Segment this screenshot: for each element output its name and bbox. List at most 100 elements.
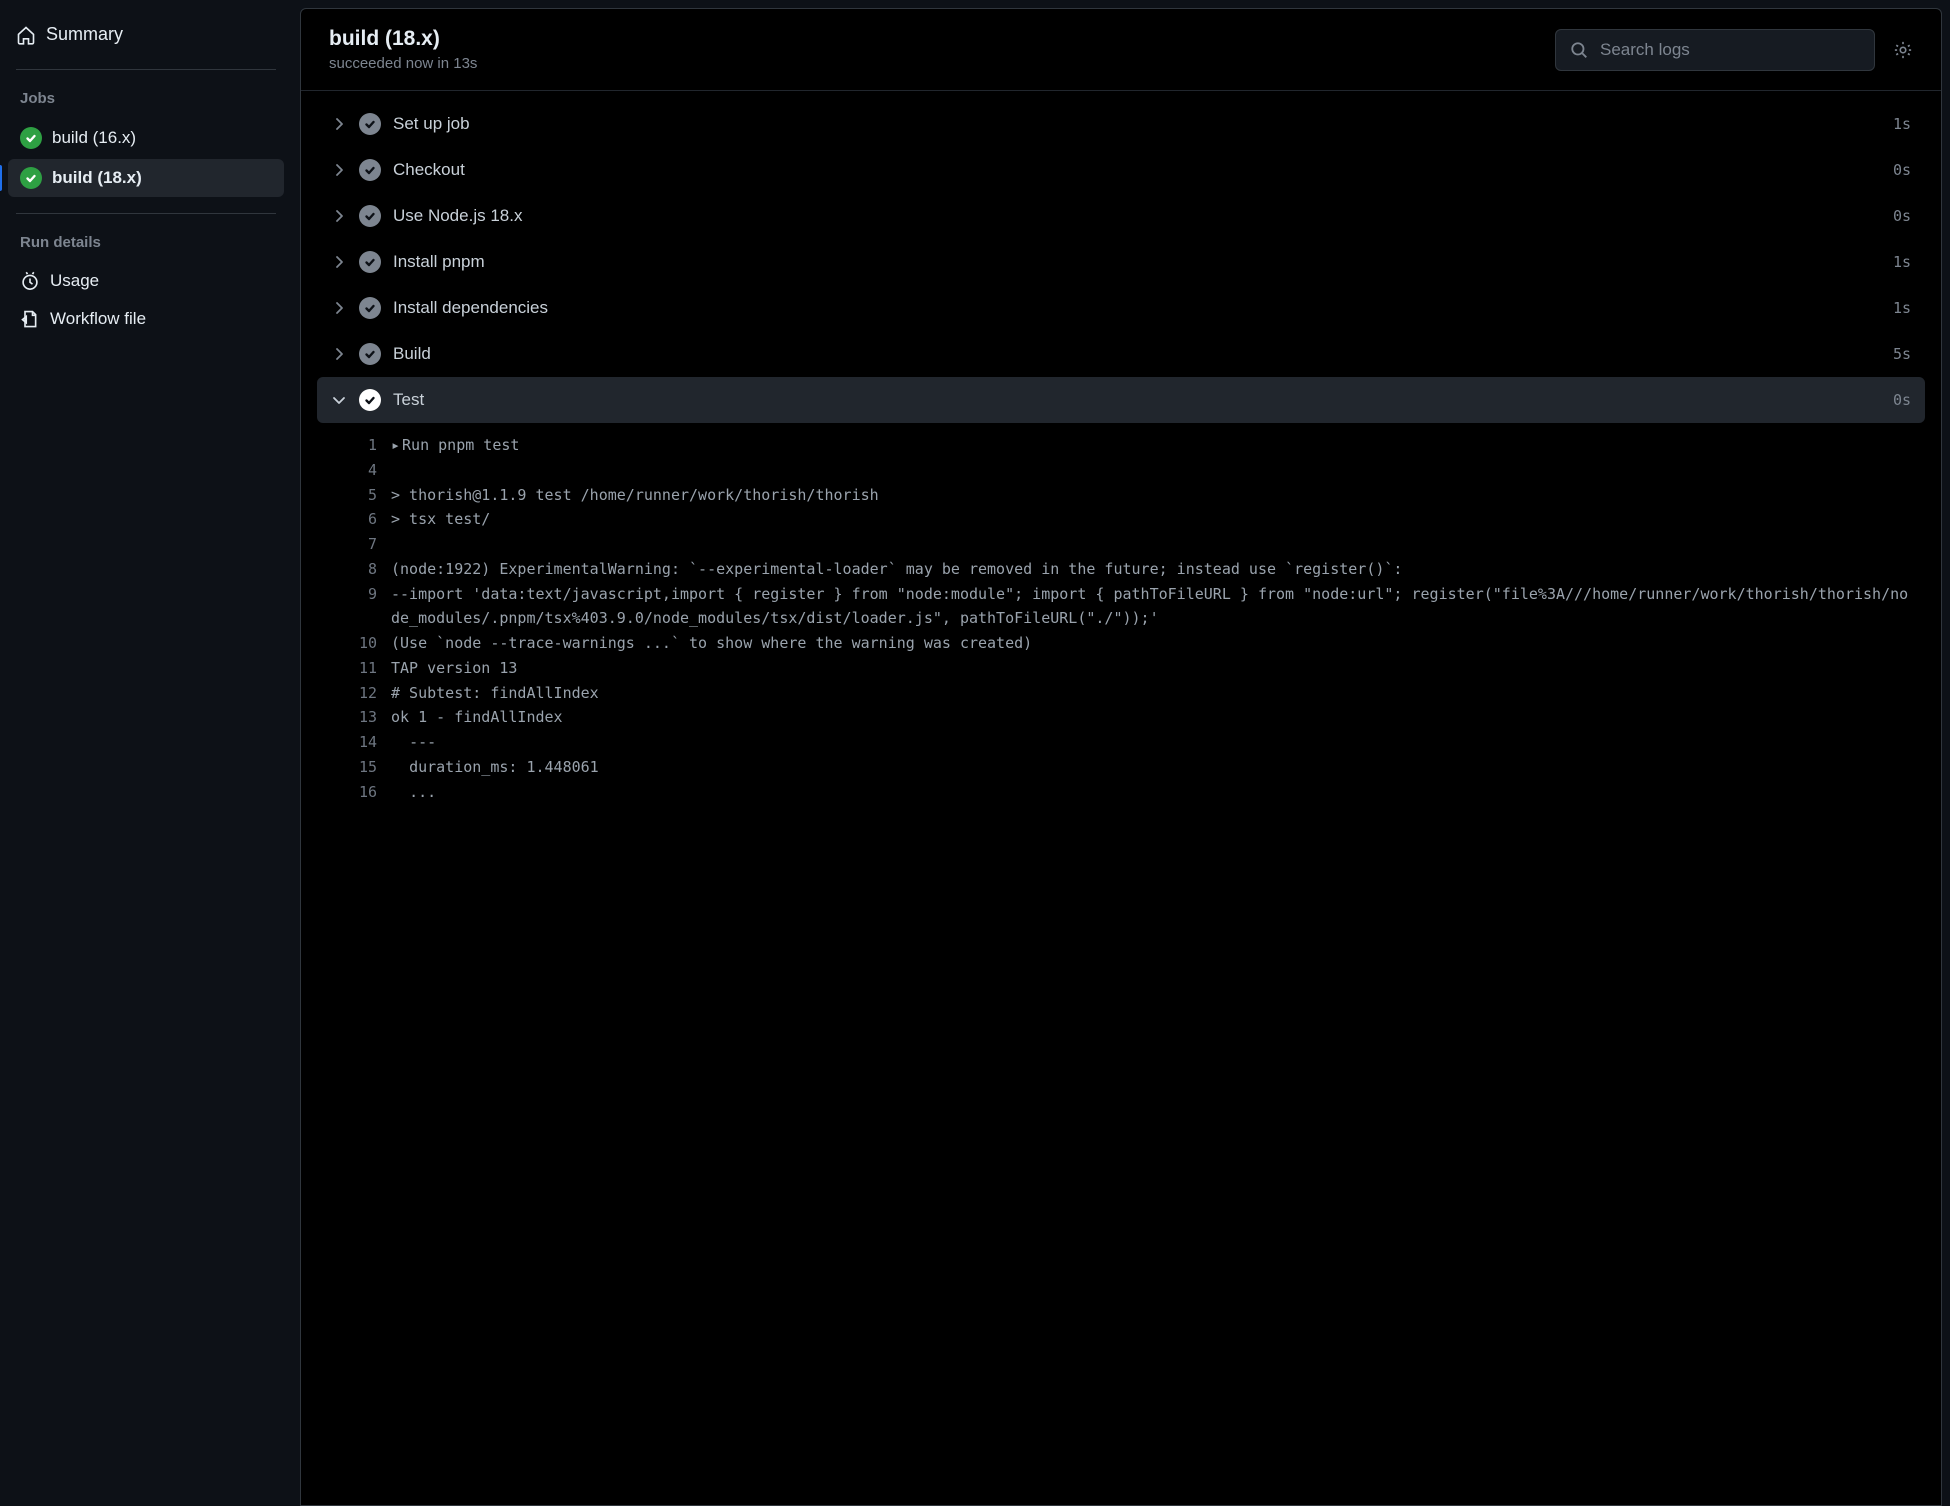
- log-line-number: 9: [317, 582, 391, 632]
- log-line-text: > thorish@1.1.9 test /home/runner/work/t…: [391, 483, 1925, 508]
- log-line-number: 6: [317, 507, 391, 532]
- log-line-text: (Use `node --trace-warnings ...` to show…: [391, 631, 1925, 656]
- success-icon: [359, 343, 381, 365]
- step-time: 0s: [1893, 391, 1911, 409]
- log-line-text: ▸Run pnpm test: [391, 433, 1925, 458]
- home-icon: [16, 25, 36, 45]
- divider: [16, 213, 276, 214]
- step-time: 0s: [1893, 161, 1911, 179]
- step-name: Install dependencies: [393, 298, 1881, 318]
- sidebar-item-label: build (16.x): [52, 128, 136, 148]
- divider: [16, 69, 276, 70]
- log-line-text: [391, 532, 1925, 557]
- search-logs-wrap[interactable]: [1555, 29, 1875, 71]
- step-use-node-js-18-x[interactable]: Use Node.js 18.x 0s: [317, 193, 1925, 239]
- step-name: Set up job: [393, 114, 1881, 134]
- sidebar-job-build-18-x-[interactable]: build (18.x): [8, 159, 284, 197]
- log-line-number: 14: [317, 730, 391, 755]
- job-title: build (18.x): [329, 27, 477, 51]
- log-line-text: # Subtest: findAllIndex: [391, 681, 1925, 706]
- step-time: 0s: [1893, 207, 1911, 225]
- log-line-text: ---: [391, 730, 1925, 755]
- log-line: 7: [317, 532, 1925, 557]
- step-set-up-job[interactable]: Set up job 1s: [317, 101, 1925, 147]
- step-build[interactable]: Build 5s: [317, 331, 1925, 377]
- success-icon: [359, 297, 381, 319]
- chevron-right-icon: [331, 254, 347, 270]
- success-icon: [359, 113, 381, 135]
- log-line-number: 13: [317, 705, 391, 730]
- log-line-text: [391, 458, 1925, 483]
- log-line: 15 duration_ms: 1.448061: [317, 755, 1925, 780]
- sidebar-item-summary[interactable]: Summary: [8, 16, 284, 53]
- chevron-right-icon: [331, 346, 347, 362]
- chevron-down-icon: [331, 392, 347, 408]
- log-line-number: 5: [317, 483, 391, 508]
- success-icon: [20, 127, 42, 149]
- log-line-number: 12: [317, 681, 391, 706]
- log-line-number: 4: [317, 458, 391, 483]
- log-line-number: 16: [317, 780, 391, 805]
- sidebar-item-label: build (18.x): [52, 168, 142, 188]
- sidebar-item-label: Summary: [46, 24, 123, 45]
- log-line: 12# Subtest: findAllIndex: [317, 681, 1925, 706]
- rundetails-item-usage[interactable]: Usage: [8, 263, 284, 299]
- step-name: Install pnpm: [393, 252, 1881, 272]
- step-time: 1s: [1893, 299, 1911, 317]
- log-line-text: (node:1922) ExperimentalWarning: `--expe…: [391, 557, 1925, 582]
- log-line: 14 ---: [317, 730, 1925, 755]
- log-line: 1▸Run pnpm test: [317, 433, 1925, 458]
- sidebar: Summary Jobs build (16.x) build (18.x) R…: [0, 0, 300, 1506]
- log-line-number: 7: [317, 532, 391, 557]
- log-line: 5> thorish@1.1.9 test /home/runner/work/…: [317, 483, 1925, 508]
- log-line-number: 8: [317, 557, 391, 582]
- success-icon: [359, 205, 381, 227]
- log-line: 13ok 1 - findAllIndex: [317, 705, 1925, 730]
- job-log-panel: build (18.x) succeeded now in 13s: [300, 8, 1942, 1506]
- workflow-file-icon: [20, 309, 40, 329]
- search-icon: [1570, 41, 1588, 59]
- log-line-text: ...: [391, 780, 1925, 805]
- log-line-text: ok 1 - findAllIndex: [391, 705, 1925, 730]
- log-line: 16 ...: [317, 780, 1925, 805]
- success-icon: [359, 389, 381, 411]
- step-name: Build: [393, 344, 1881, 364]
- step-test[interactable]: Test 0s: [317, 377, 1925, 423]
- step-checkout[interactable]: Checkout 0s: [317, 147, 1925, 193]
- step-log: 1▸Run pnpm test45> thorish@1.1.9 test /h…: [317, 423, 1925, 804]
- step-name: Test: [393, 390, 1881, 410]
- rundetails-item-workflow-file[interactable]: Workflow file: [8, 301, 284, 337]
- chevron-right-icon: [331, 116, 347, 132]
- settings-button[interactable]: [1889, 36, 1917, 64]
- log-line-number: 15: [317, 755, 391, 780]
- success-icon: [359, 251, 381, 273]
- job-subtitle: succeeded now in 13s: [329, 55, 477, 72]
- log-line: 9--import 'data:text/javascript,import {…: [317, 582, 1925, 632]
- log-line-text: TAP version 13: [391, 656, 1925, 681]
- success-icon: [359, 159, 381, 181]
- step-time: 1s: [1893, 115, 1911, 133]
- chevron-right-icon: [331, 162, 347, 178]
- step-name: Use Node.js 18.x: [393, 206, 1881, 226]
- sidebar-heading-rundetails: Run details: [8, 230, 284, 263]
- log-line: 6> tsx test/: [317, 507, 1925, 532]
- step-name: Checkout: [393, 160, 1881, 180]
- log-line-number: 11: [317, 656, 391, 681]
- log-line: 4: [317, 458, 1925, 483]
- step-install-pnpm[interactable]: Install pnpm 1s: [317, 239, 1925, 285]
- caret-right-icon: ▸: [391, 433, 400, 458]
- log-line-text: duration_ms: 1.448061: [391, 755, 1925, 780]
- rundetails-label: Workflow file: [50, 309, 146, 329]
- step-time: 1s: [1893, 253, 1911, 271]
- chevron-right-icon: [331, 300, 347, 316]
- stopwatch-icon: [20, 271, 40, 291]
- sidebar-job-build-16-x-[interactable]: build (16.x): [8, 119, 284, 157]
- log-line-text: --import 'data:text/javascript,import { …: [391, 582, 1925, 632]
- search-input[interactable]: [1598, 39, 1860, 61]
- gear-icon: [1893, 40, 1913, 60]
- log-line: 8(node:1922) ExperimentalWarning: `--exp…: [317, 557, 1925, 582]
- step-install-dependencies[interactable]: Install dependencies 1s: [317, 285, 1925, 331]
- log-line-text: > tsx test/: [391, 507, 1925, 532]
- step-time: 5s: [1893, 345, 1911, 363]
- log-line: 11TAP version 13: [317, 656, 1925, 681]
